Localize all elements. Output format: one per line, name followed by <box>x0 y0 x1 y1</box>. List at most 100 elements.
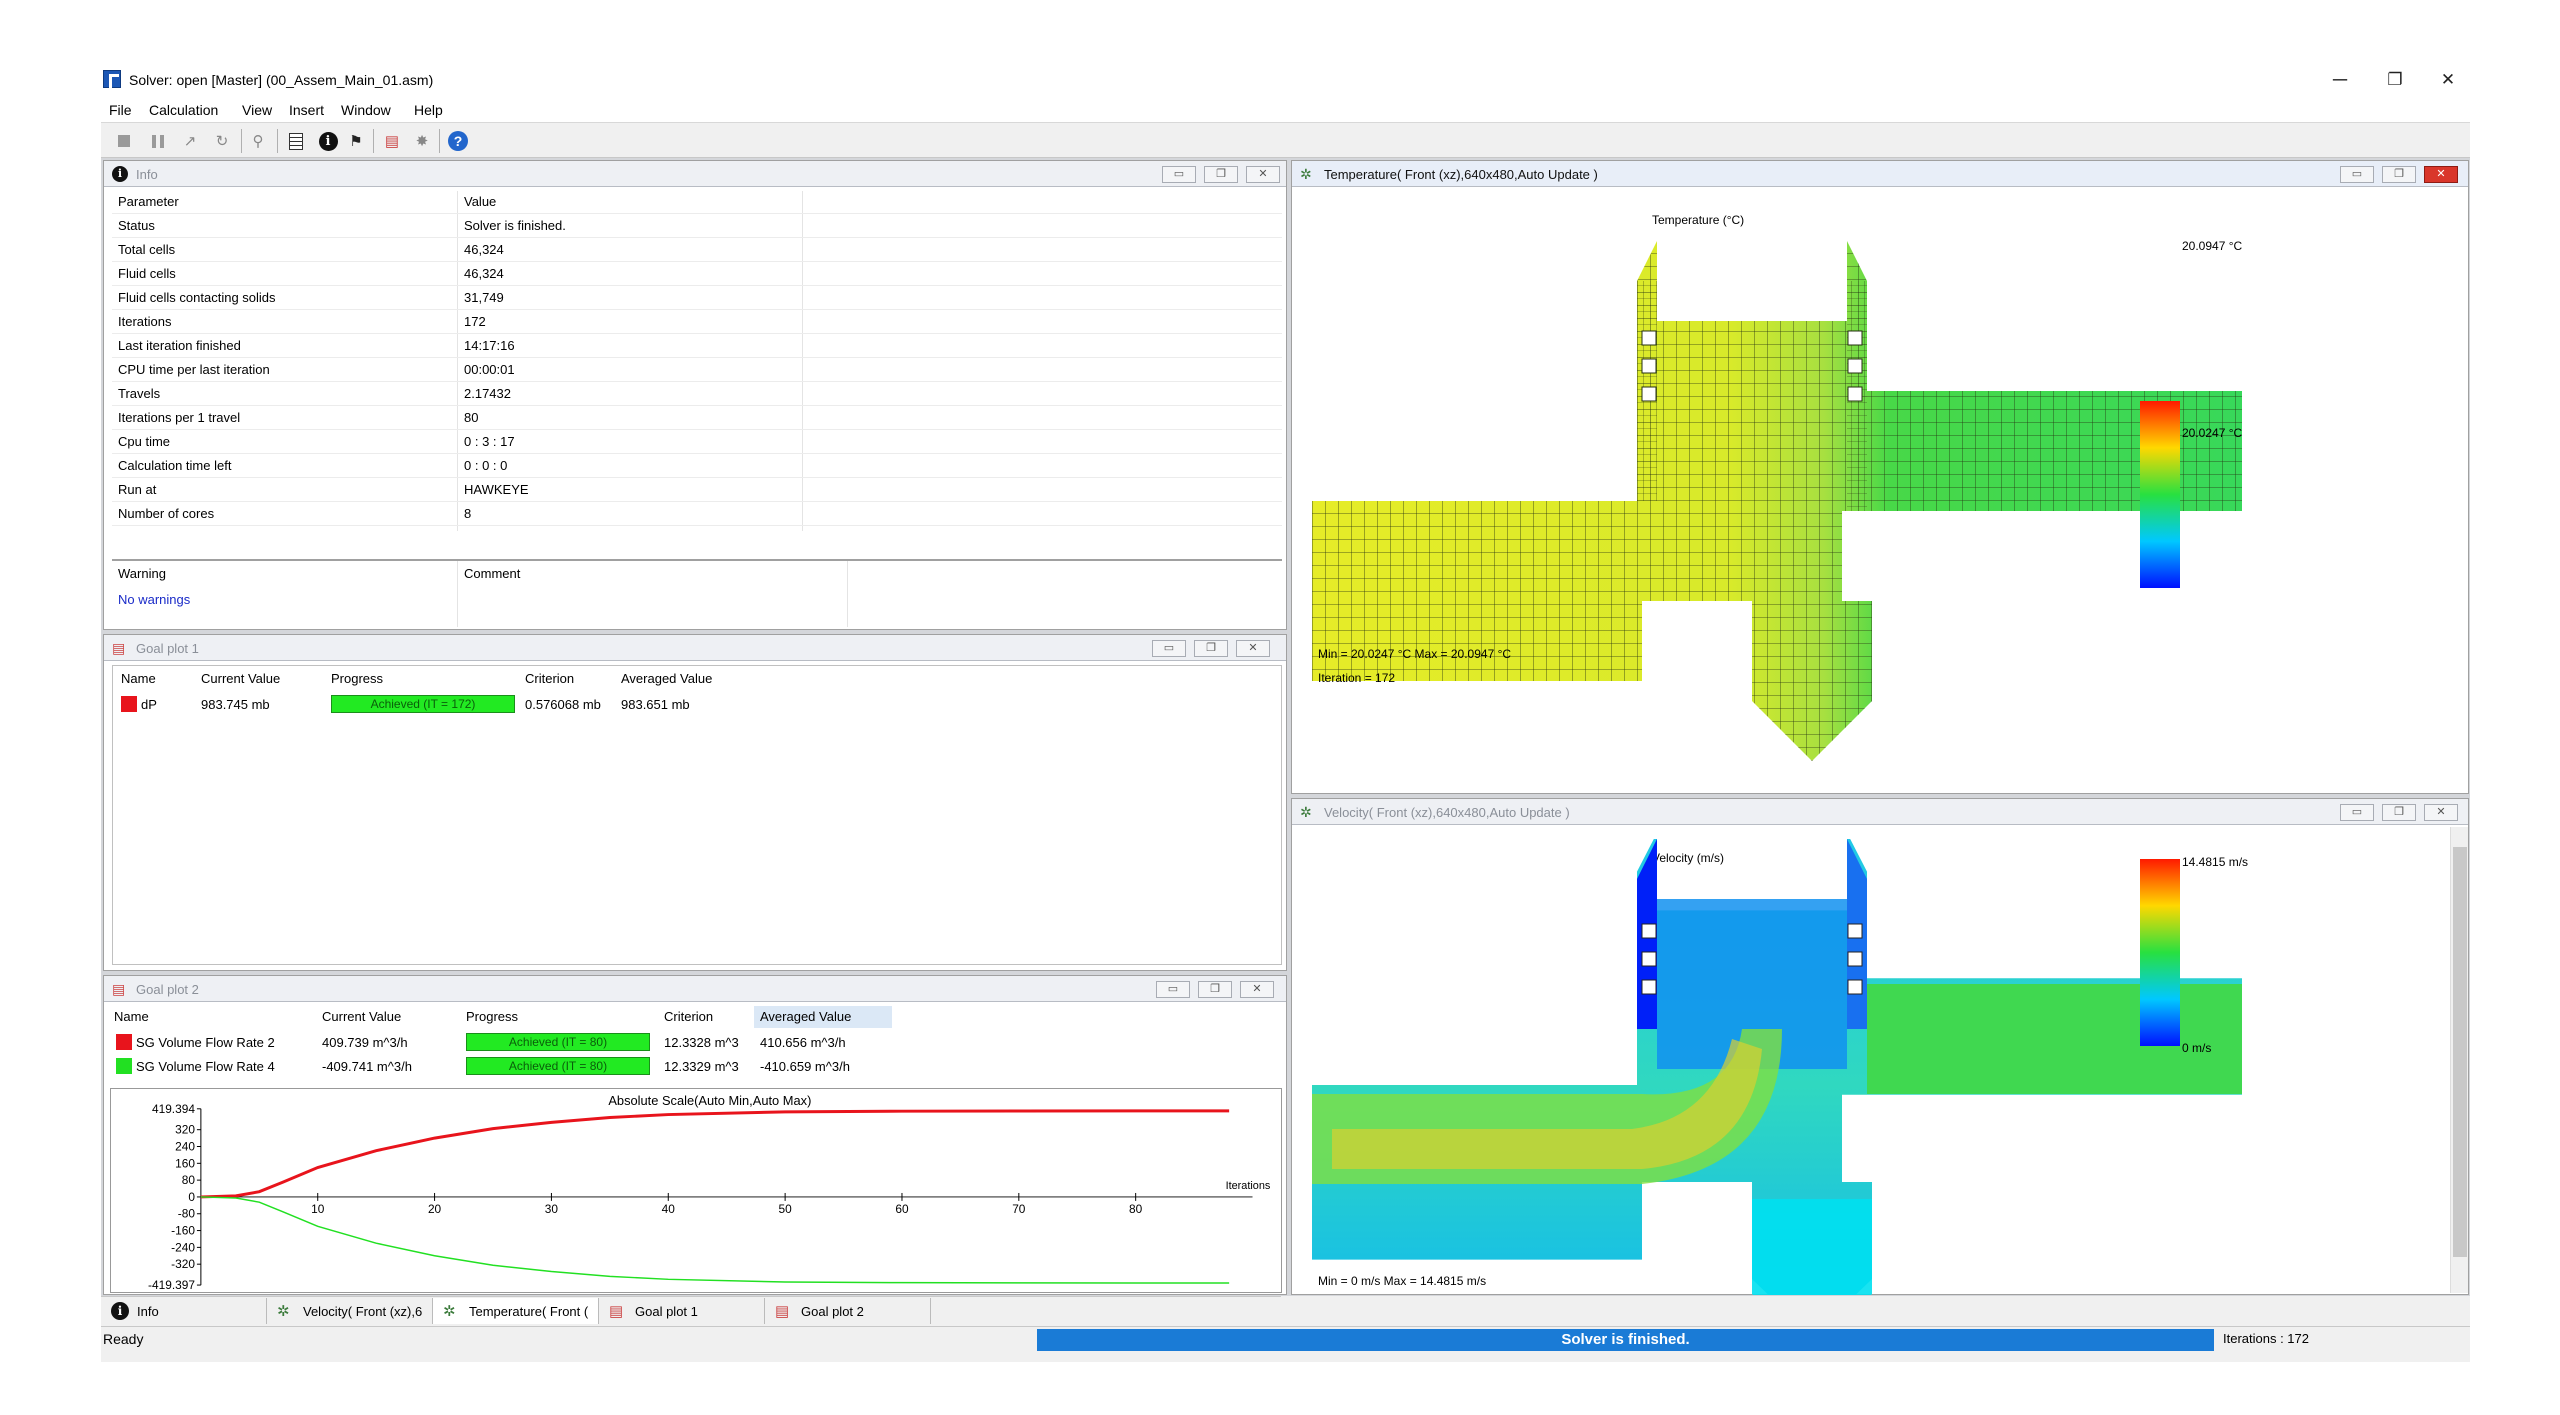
table-row[interactable]: SG Volume Flow Rate 4 -409.741 m^3/h Ach… <box>108 1056 1284 1078</box>
menu-view[interactable]: View <box>242 102 272 118</box>
close-panel-button[interactable]: ✕ <box>1236 640 1270 657</box>
table-row: CPU time per last iteration 00:00:01 <box>112 359 1282 381</box>
tab-info[interactable]: i Info <box>101 1298 267 1324</box>
tab-goal-plot-2[interactable]: ▤ Goal plot 2 <box>765 1298 931 1324</box>
parameter-name: Run at <box>118 482 157 497</box>
parameter-value: 8 <box>464 506 472 521</box>
restore-button[interactable]: ❐ <box>2370 66 2420 94</box>
goal-name: SG Volume Flow Rate 4 <box>136 1059 275 1074</box>
arrow-icon[interactable]: ↗ <box>179 130 201 152</box>
parameter-value: 0 : 3 : 17 <box>464 434 515 449</box>
tab-temperature[interactable]: ✲ Temperature( Front ( <box>433 1298 599 1324</box>
minimize-panel-button[interactable]: ▭ <box>2340 804 2374 821</box>
y-tick-label: 419.394 <box>152 1102 195 1116</box>
status-bar: Ready Solver is finished. Iterations : 1… <box>101 1326 2470 1352</box>
goal-plot-icon: ▤ <box>609 1303 624 1320</box>
column-header-parameter: Parameter <box>118 194 179 209</box>
minimize-panel-button[interactable]: ▭ <box>2340 166 2374 183</box>
stop-icon[interactable] <box>113 130 135 152</box>
tab-goal-plot-1[interactable]: ▤ Goal plot 1 <box>599 1298 765 1324</box>
column-header-current-value: Current Value <box>322 1009 402 1024</box>
series-swatch <box>121 696 137 712</box>
column-header-progress: Progress <box>331 671 384 686</box>
close-panel-button[interactable]: ✕ <box>1240 981 1274 998</box>
restore-panel-button[interactable]: ❐ <box>2382 166 2416 183</box>
column-header-warning: Warning <box>118 566 166 581</box>
goal-progress-bar: Achieved (IT = 80) <box>466 1033 650 1051</box>
x-axis-label: Iterations <box>1226 1180 1271 1192</box>
velocity-cut-plot <box>1312 839 2242 1295</box>
table-row: Iterations per 1 travel 80 <box>112 407 1282 429</box>
goal-plot-1-title: Goal plot 1 <box>136 641 199 656</box>
goal-plot-2-titlebar: ▤ Goal plot 2 ▭ ❐ ✕ <box>104 976 1286 1002</box>
temperature-iteration: Iteration = 172 <box>1318 671 1396 685</box>
table-row: Fluid cells contacting solids 31,749 <box>112 287 1282 309</box>
minimize-panel-button[interactable]: ▭ <box>1162 166 1196 183</box>
refresh-icon[interactable]: ↻ <box>211 130 233 152</box>
velocity-color-scale <box>2140 859 2180 1046</box>
close-panel-button[interactable]: ✕ <box>2424 804 2458 821</box>
velocity-panel: ✲ Velocity( Front (xz),640x480,Auto Upda… <box>1291 798 2469 1295</box>
restore-panel-button[interactable]: ❐ <box>1194 640 1228 657</box>
document-icon[interactable] <box>285 130 307 152</box>
minimize-panel-button[interactable]: ▭ <box>1156 981 1190 998</box>
table-row: Status Solver is finished. <box>112 215 1282 237</box>
minimize-panel-button[interactable]: ▭ <box>1152 640 1186 657</box>
pause-icon[interactable] <box>147 130 169 152</box>
series-line-1 <box>200 1109 1230 1199</box>
menu-window[interactable]: Window <box>341 102 391 118</box>
goal-plot-1-panel: ▤ Goal plot 1 ▭ ❐ ✕ Name Current Value P… <box>103 634 1287 971</box>
table-row[interactable]: dP 983.745 mb Achieved (IT = 172) 0.5760… <box>113 694 1281 716</box>
goal-progress-bar: Achieved (IT = 80) <box>466 1057 650 1075</box>
y-tick-label: -80 <box>178 1207 196 1221</box>
status-ready: Ready <box>103 1331 144 1347</box>
y-tick-label: 160 <box>175 1156 195 1170</box>
y-tick-label: -320 <box>171 1257 195 1271</box>
parameter-value: 80 <box>464 410 479 425</box>
temperature-cut-plot <box>1312 241 2242 761</box>
velocity-min-label: 0 m/s <box>2182 1041 2212 1055</box>
info-panel-title: Info <box>136 167 158 182</box>
info-table: Parameter Value Status Solver is finished.… <box>112 191 1282 561</box>
table-row[interactable]: SG Volume Flow Rate 2 409.739 m^3/h Achi… <box>108 1032 1284 1054</box>
temperature-panel-title: Temperature( Front (xz),640x480,Auto Upd… <box>1324 167 1598 182</box>
parameter-name: Number of cores <box>118 506 215 521</box>
solver-progress-bar: Solver is finished. <box>1037 1329 2214 1351</box>
restore-panel-button[interactable]: ❐ <box>2382 804 2416 821</box>
probe-icon[interactable]: ⚲ <box>247 130 269 152</box>
table-row: Last iteration finished 14:17:16 <box>112 335 1282 357</box>
menu-help[interactable]: Help <box>414 102 443 118</box>
table-row: Travels 2.17432 <box>112 383 1282 405</box>
close-button[interactable]: ✕ <box>2423 66 2473 94</box>
restore-panel-button[interactable]: ❐ <box>1198 981 1232 998</box>
no-warnings-text: No warnings <box>118 592 191 607</box>
info-panel-titlebar: i Info ▭ ❐ ✕ <box>104 161 1286 187</box>
restore-panel-button[interactable]: ❐ <box>1204 166 1238 183</box>
tab-velocity[interactable]: ✲ Velocity( Front (xz),6 <box>267 1298 433 1324</box>
gear-icon[interactable]: ✸ <box>411 130 433 152</box>
close-panel-button[interactable]: ✕ <box>1246 166 1280 183</box>
info-icon[interactable]: i <box>317 130 339 152</box>
close-panel-button[interactable]: ✕ <box>2424 166 2458 183</box>
parameter-name: Fluid cells <box>118 266 176 281</box>
temperature-geometry <box>1312 241 2242 761</box>
menu-file[interactable]: File <box>109 102 132 118</box>
temperature-panel: ✲ Temperature( Front (xz),640x480,Auto U… <box>1291 160 2469 794</box>
minimize-button[interactable]: ─ <box>2315 66 2365 94</box>
table-row: Fluid cells 46,324 <box>112 263 1282 285</box>
menu-calculation[interactable]: Calculation <box>149 102 218 118</box>
table-row: Iterations 172 <box>112 311 1282 333</box>
menu-insert[interactable]: Insert <box>289 102 324 118</box>
vertical-scrollbar[interactable] <box>2450 827 2468 1293</box>
goal-averaged-value: 983.651 mb <box>621 697 690 712</box>
column-header-value: Value <box>464 194 497 209</box>
goal-plot-1-table: Name Current Value Progress Criterion Av… <box>112 665 1282 965</box>
status-iterations: Iterations : 172 <box>2223 1331 2309 1346</box>
x-tick-label: 40 <box>662 1202 676 1216</box>
parameter-name: Calculation time left <box>118 458 232 473</box>
flag-icon[interactable]: ⚑ <box>345 130 367 152</box>
column-header-current-value: Current Value <box>201 671 281 686</box>
help-icon[interactable]: ? <box>447 130 469 152</box>
goal-plot-icon[interactable]: ▤ <box>381 130 403 152</box>
temperature-min-max: Min = 20.0247 °C Max = 20.0947 °C <box>1318 647 1512 661</box>
